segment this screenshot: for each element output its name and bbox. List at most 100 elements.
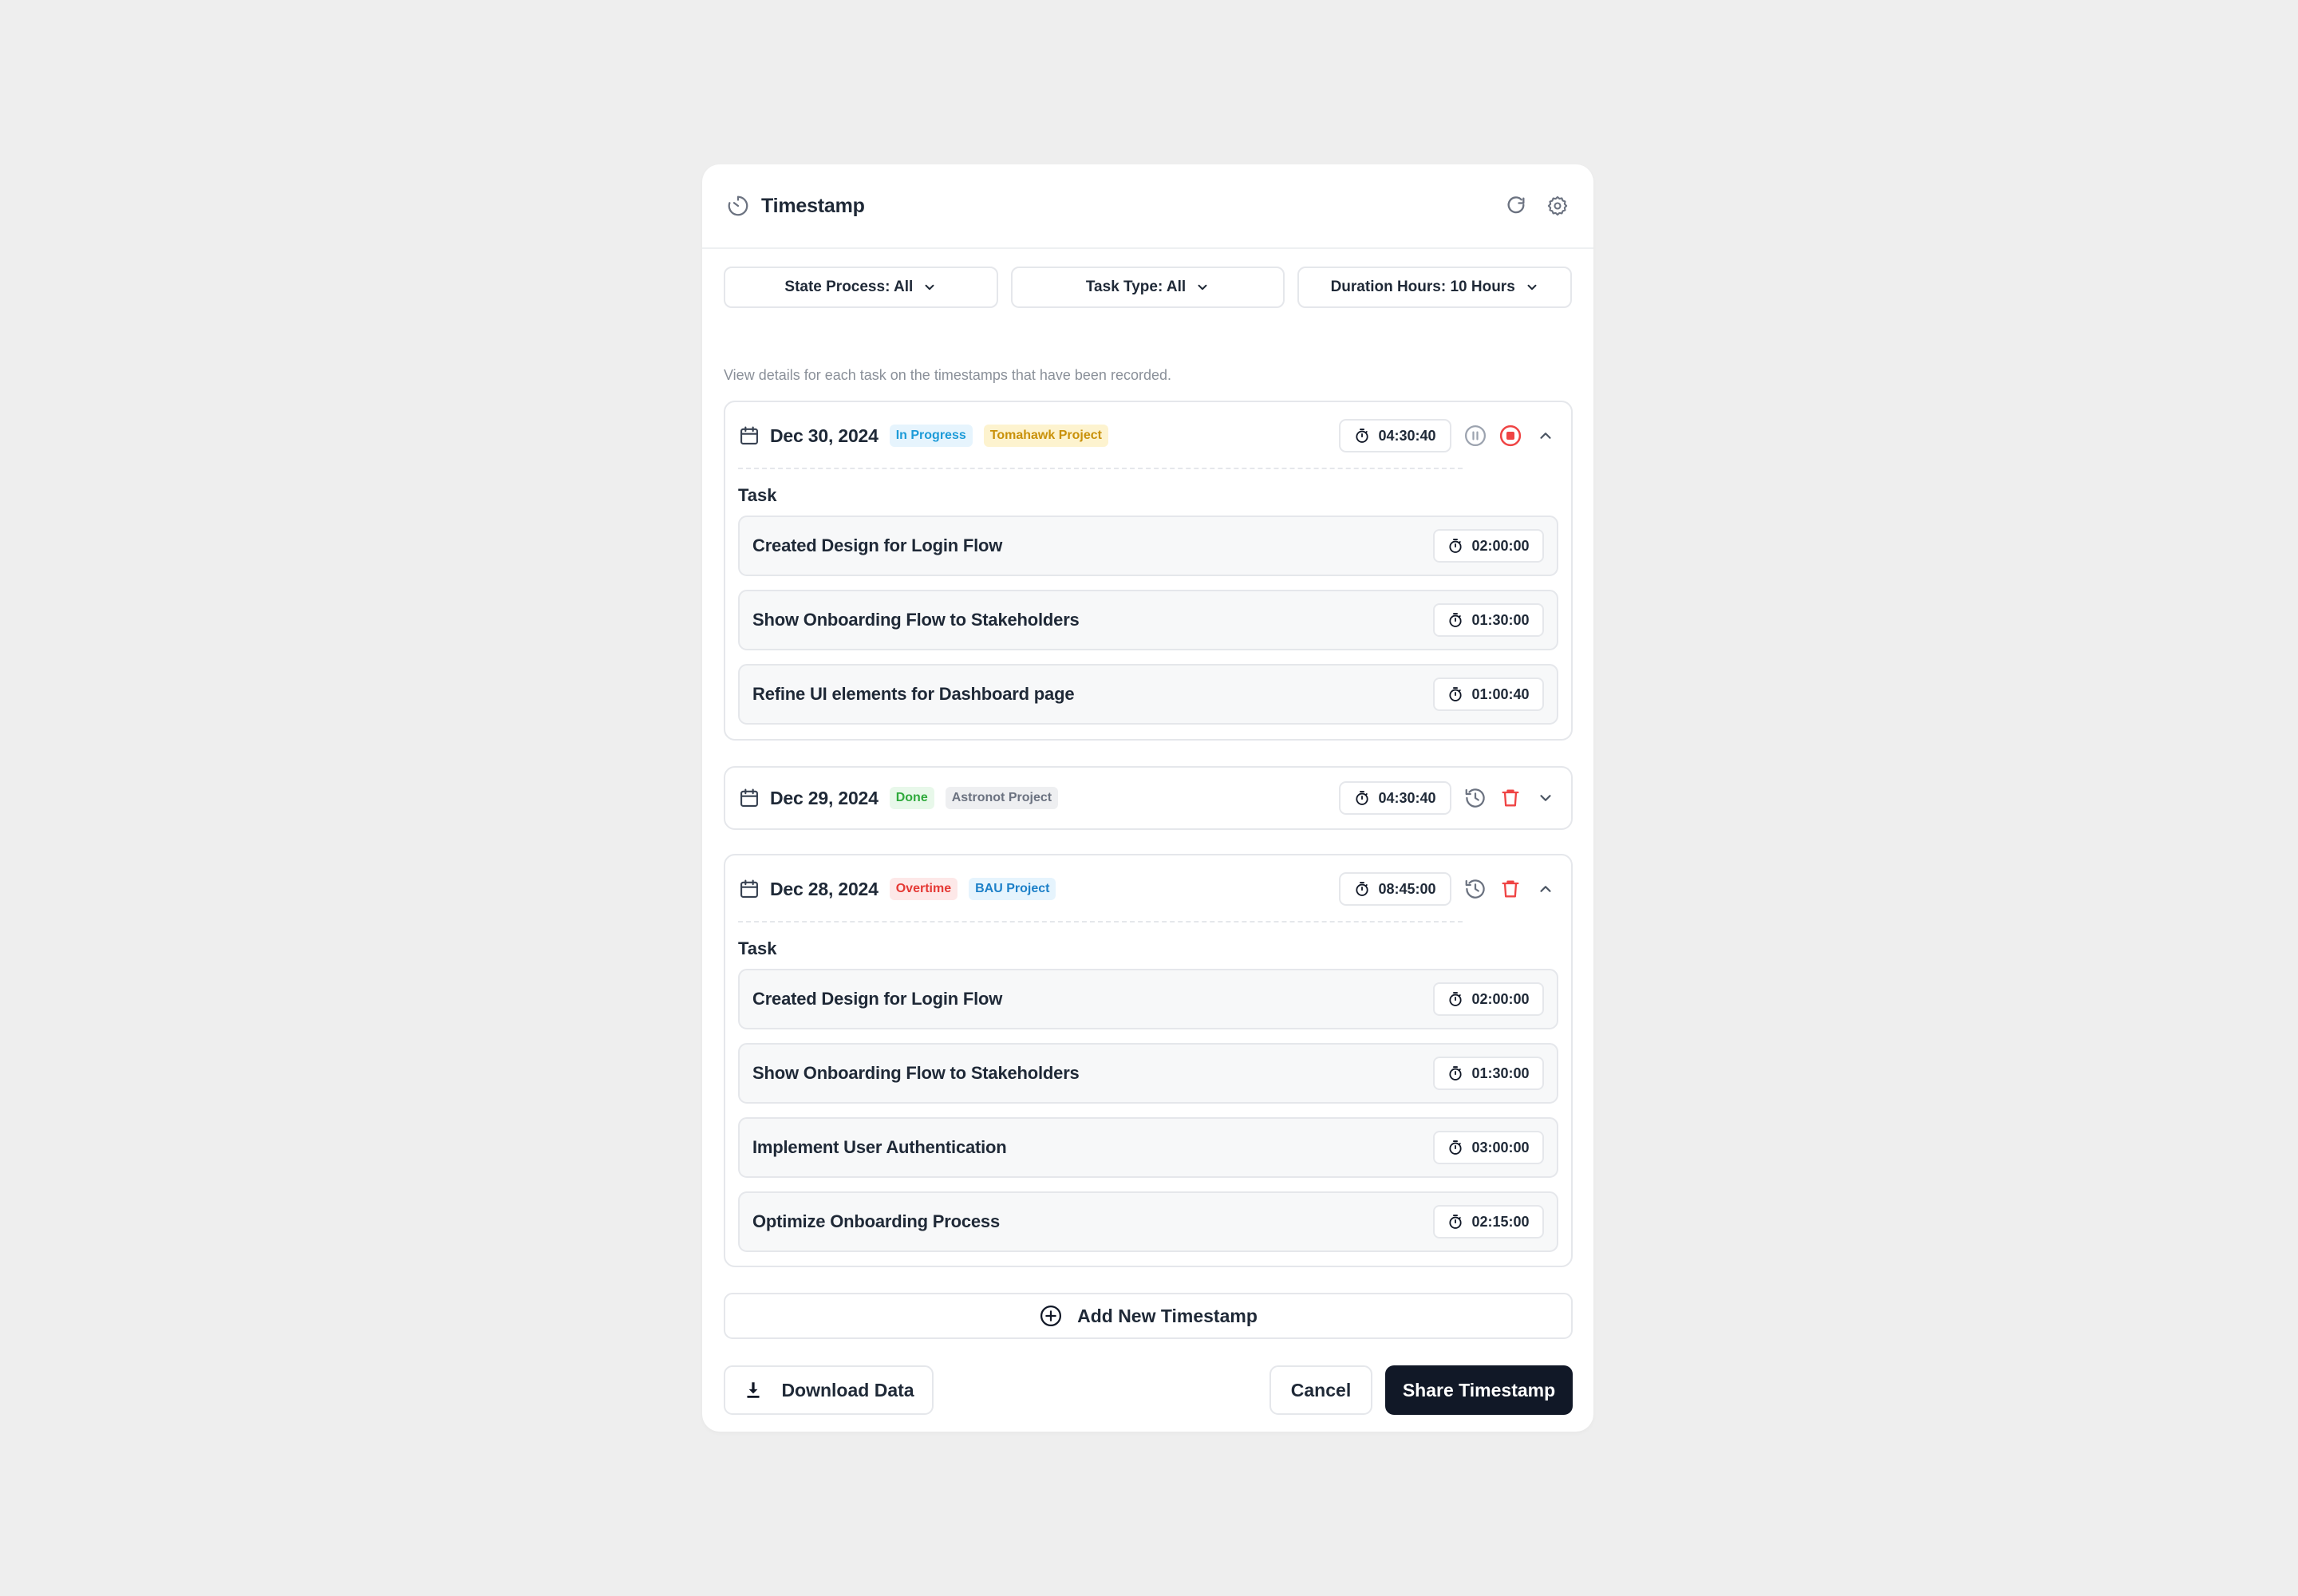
task-row[interactable]: Show Onboarding Flow to Stakeholders 01:… [738, 590, 1558, 650]
share-timestamp-button[interactable]: Share Timestamp [1385, 1365, 1573, 1415]
filter-bar: State Process: All Task Type: All Durati… [702, 249, 1593, 308]
group-date: Dec 28, 2024 [770, 878, 879, 899]
chevron-down-icon [1195, 280, 1210, 294]
cancel-button[interactable]: Cancel [1269, 1365, 1372, 1415]
filter-task-type-label: Task Type: All [1085, 279, 1187, 295]
task-row[interactable]: Show Onboarding Flow to Stakeholders 01:… [738, 1043, 1558, 1104]
task-time: 01:00:40 [1433, 678, 1544, 711]
chevron-down-icon [922, 280, 937, 294]
group-date: Dec 29, 2024 [770, 787, 879, 808]
timestamp-group: Dec 30, 2024 In Progress Tomahawk Projec… [724, 401, 1573, 741]
share-timestamp-label: Share Timestamp [1402, 1379, 1556, 1400]
filter-task-type[interactable]: Task Type: All [1010, 267, 1285, 308]
stopwatch-icon [1447, 991, 1463, 1007]
task-time-value: 01:30:00 [1471, 1065, 1530, 1081]
task-time: 01:30:00 [1433, 603, 1544, 637]
total-time-value: 04:30:40 [1378, 789, 1436, 806]
project-badge: Astronot Project [945, 787, 1059, 809]
calendar-icon [738, 425, 760, 447]
task-time: 02:00:00 [1433, 529, 1544, 563]
description-text: View details for each task on the timest… [724, 367, 1171, 383]
group-date: Dec 30, 2024 [770, 425, 879, 446]
task-time: 01:30:00 [1433, 1057, 1544, 1090]
download-data-label: Download Data [781, 1379, 914, 1400]
panel-header: Timestamp [702, 164, 1593, 249]
task-time-value: 02:15:00 [1471, 1213, 1530, 1230]
total-time-value: 08:45:00 [1378, 880, 1436, 897]
stopwatch-icon [1447, 1140, 1463, 1156]
cancel-label: Cancel [1290, 1379, 1352, 1400]
timer-icon [726, 194, 750, 218]
group-header[interactable]: Dec 30, 2024 In Progress Tomahawk Projec… [725, 402, 1571, 469]
filter-state-process[interactable]: State Process: All [724, 267, 998, 308]
download-data-button[interactable]: Download Data [724, 1365, 934, 1415]
total-time: 04:30:40 [1339, 781, 1451, 815]
chevron-up-icon[interactable] [1533, 423, 1558, 448]
task-name: Refine UI elements for Dashboard page [752, 684, 1075, 704]
filter-duration-hours[interactable]: Duration Hours: 10 Hours [1297, 267, 1573, 308]
chevron-up-icon[interactable] [1533, 876, 1558, 902]
group-header[interactable]: Dec 28, 2024 Overtime BAU Project 08:45:… [725, 855, 1571, 922]
history-icon[interactable] [1463, 876, 1488, 902]
stopwatch-icon [1354, 881, 1370, 897]
panel-title: Timestamp [761, 194, 865, 217]
stopwatch-icon [1447, 1065, 1463, 1081]
plus-circle-icon [1039, 1304, 1063, 1328]
pause-icon[interactable] [1463, 423, 1488, 448]
refresh-icon[interactable] [1504, 194, 1528, 218]
project-badge: BAU Project [969, 878, 1056, 900]
task-row[interactable]: Created Design for Login Flow 02:00:00 [738, 969, 1558, 1029]
task-time-value: 01:00:40 [1471, 685, 1530, 702]
task-row[interactable]: Created Design for Login Flow 02:00:00 [738, 516, 1558, 576]
stopwatch-icon [1354, 428, 1370, 444]
filter-state-process-label: State Process: All [784, 279, 914, 295]
gear-icon[interactable] [1546, 194, 1570, 218]
status-badge: In Progress [889, 425, 973, 447]
stopwatch-icon [1447, 1214, 1463, 1230]
task-time-value: 02:00:00 [1471, 990, 1530, 1007]
task-row[interactable]: Refine UI elements for Dashboard page 01… [738, 664, 1558, 725]
stopwatch-icon [1447, 686, 1463, 702]
calendar-icon [738, 787, 760, 809]
chevron-down-icon[interactable] [1533, 785, 1558, 811]
total-time: 04:30:40 [1339, 419, 1451, 452]
trash-icon[interactable] [1498, 785, 1523, 811]
status-badge: Overtime [889, 878, 958, 900]
timestamp-group: Dec 28, 2024 Overtime BAU Project 08:45:… [724, 854, 1573, 1267]
task-time-value: 02:00:00 [1471, 537, 1530, 554]
download-icon [743, 1380, 764, 1400]
task-row[interactable]: Optimize Onboarding Process 02:15:00 [738, 1191, 1558, 1252]
status-badge: Done [889, 787, 934, 809]
task-time: 02:15:00 [1433, 1205, 1544, 1238]
task-name: Created Design for Login Flow [752, 989, 1003, 1009]
total-time: 08:45:00 [1339, 872, 1451, 906]
project-badge: Tomahawk Project [983, 425, 1108, 447]
history-icon[interactable] [1463, 785, 1488, 811]
task-name: Created Design for Login Flow [752, 535, 1003, 555]
calendar-icon [738, 878, 760, 900]
task-row[interactable]: Implement User Authentication 03:00:00 [738, 1117, 1558, 1178]
filter-duration-hours-label: Duration Hours: 10 Hours [1330, 279, 1515, 295]
footer-actions: Download Data Cancel Share Timestamp [724, 1365, 1573, 1415]
timestamp-group: Dec 29, 2024 Done Astronot Project 04:30… [724, 766, 1573, 830]
group-header[interactable]: Dec 29, 2024 Done Astronot Project 04:30… [725, 768, 1571, 828]
task-section-label: Task [738, 938, 777, 958]
task-section-label: Task [738, 485, 777, 505]
task-time-value: 03:00:00 [1471, 1139, 1530, 1156]
stopwatch-icon [1354, 790, 1370, 806]
stop-icon[interactable] [1498, 423, 1523, 448]
stopwatch-icon [1447, 612, 1463, 628]
total-time-value: 04:30:40 [1378, 427, 1436, 444]
task-name: Implement User Authentication [752, 1137, 1007, 1157]
add-new-timestamp-button[interactable]: Add New Timestamp [724, 1293, 1573, 1339]
trash-icon[interactable] [1498, 876, 1523, 902]
timestamp-panel: Timestamp State Process: All Task Type: … [702, 164, 1593, 1432]
task-name: Show Onboarding Flow to Stakeholders [752, 610, 1080, 630]
task-name: Optimize Onboarding Process [752, 1211, 1000, 1231]
add-new-timestamp-label: Add New Timestamp [1077, 1305, 1258, 1326]
task-time-value: 01:30:00 [1471, 611, 1530, 628]
task-time: 03:00:00 [1433, 1131, 1544, 1164]
task-name: Show Onboarding Flow to Stakeholders [752, 1063, 1080, 1083]
stopwatch-icon [1447, 538, 1463, 554]
task-time: 02:00:00 [1433, 982, 1544, 1016]
